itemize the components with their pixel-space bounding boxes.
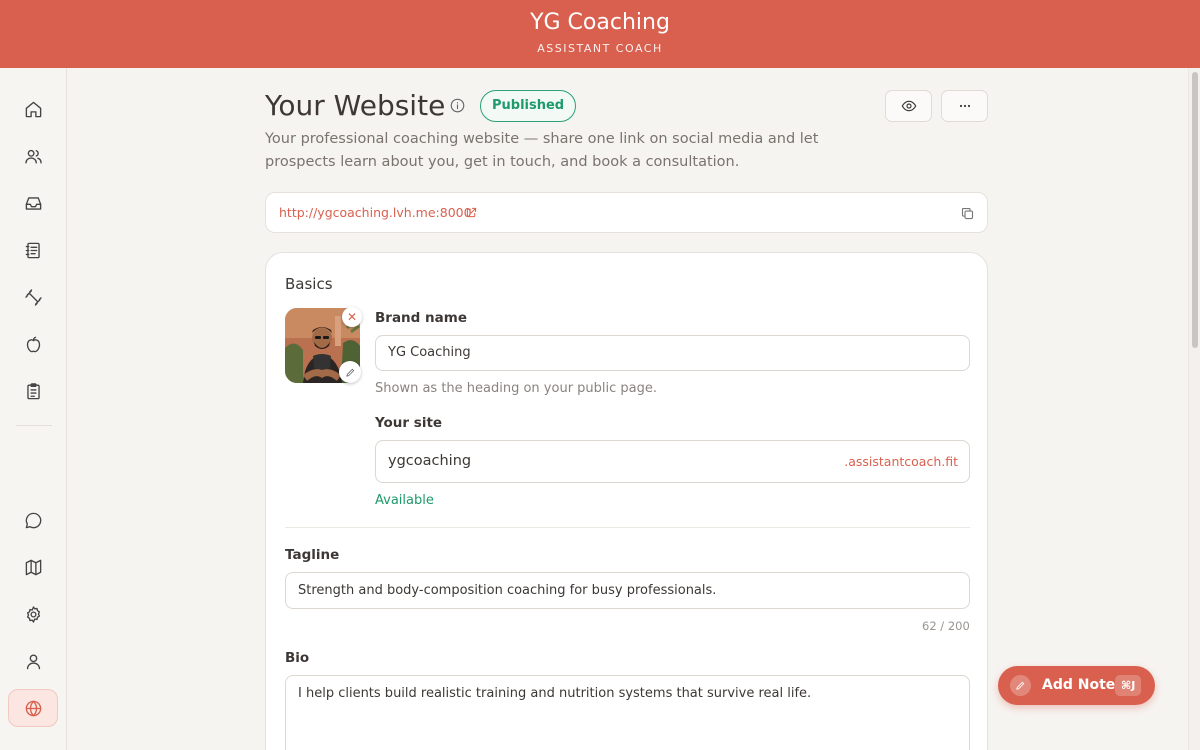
bio-textarea[interactable]: I help clients build realistic training … [285,675,970,750]
sidebar-item-profile[interactable] [8,642,58,680]
sidebar-item-clients[interactable] [8,137,58,175]
website-url-link[interactable]: http://ygcoaching.lvh.me:8000 [279,205,472,220]
sidebar-item-nutrition[interactable] [8,325,58,363]
sidebar [0,68,67,750]
sidebar-item-inbox[interactable] [8,184,58,222]
remove-avatar-button[interactable]: ✕ [342,307,362,327]
tagline-label: Tagline [285,547,340,563]
chat-icon [25,512,41,528]
pencil-icon [345,368,354,377]
page-scrollbar[interactable] [1188,68,1200,750]
sidebar-item-website[interactable] [8,689,58,727]
external-link-icon[interactable] [466,207,477,218]
users-icon [24,149,42,164]
inbox-icon [25,196,41,210]
add-note-label: Add Note [1042,677,1116,693]
close-icon: ✕ [346,310,358,324]
gear-icon [26,605,40,623]
app-brand-title: YG Coaching [530,10,670,35]
section-divider [285,527,970,528]
dumbbell-icon [24,288,42,306]
website-url-box: http://ygcoaching.lvh.me:8000 [265,192,988,233]
sidebar-divider [16,425,52,426]
sidebar-item-home[interactable] [8,90,58,128]
tagline-char-counter: 62 / 200 [922,619,970,633]
section-title: Basics [285,275,333,293]
globe-icon [25,700,41,716]
sidebar-item-workouts[interactable] [8,278,58,316]
sidebar-item-checkins[interactable] [8,372,58,410]
top-bar: YG Coaching ASSISTANT COACH [0,0,1200,68]
clipboard-icon [26,382,40,399]
home-icon [25,101,41,117]
user-icon [26,653,40,669]
page-description: Your professional coaching website — sha… [265,131,819,170]
sidebar-item-messages[interactable] [8,501,58,539]
scrollbar-thumb[interactable] [1192,72,1198,348]
brand-name-label: Brand name [375,310,467,326]
more-horizontal-icon [959,104,970,108]
map-icon [25,559,41,575]
info-icon[interactable] [450,98,465,113]
bio-label: Bio [285,650,310,666]
brand-name-hint: Shown as the heading on your public page… [375,381,658,396]
preview-button[interactable] [885,90,932,122]
status-badge: Published [480,90,577,122]
tagline-input[interactable]: Strength and body-composition coaching f… [285,572,970,609]
pencil-icon [1010,675,1031,696]
notebook-icon [25,242,40,258]
apple-icon [26,336,40,352]
keyboard-shortcut-badge: ⌘J [1115,675,1142,696]
site-availability-status: Available [375,493,434,508]
eye-icon [901,100,916,112]
sidebar-item-programs[interactable] [8,231,58,269]
site-subdomain-input[interactable]: ygcoaching .assistantcoach.fit [375,440,970,483]
site-subdomain-value: ygcoaching [388,453,472,469]
sidebar-item-map[interactable] [8,548,58,586]
edit-avatar-button[interactable] [339,361,361,383]
copy-icon[interactable] [960,206,975,221]
brand-name-input[interactable]: YG Coaching [375,335,970,371]
more-options-button[interactable] [941,90,988,122]
add-note-button[interactable]: Add Note ⌘J [998,666,1155,705]
sidebar-item-settings[interactable] [8,595,58,633]
your-site-label: Your site [375,415,443,431]
site-domain-suffix: .assistantcoach.fit [844,454,958,469]
app-brand-subtitle: ASSISTANT COACH [537,42,663,55]
basics-card: Basics ✕ Brand name YG Coaching Shown as… [265,252,988,750]
page-title: Your Website [265,89,446,122]
